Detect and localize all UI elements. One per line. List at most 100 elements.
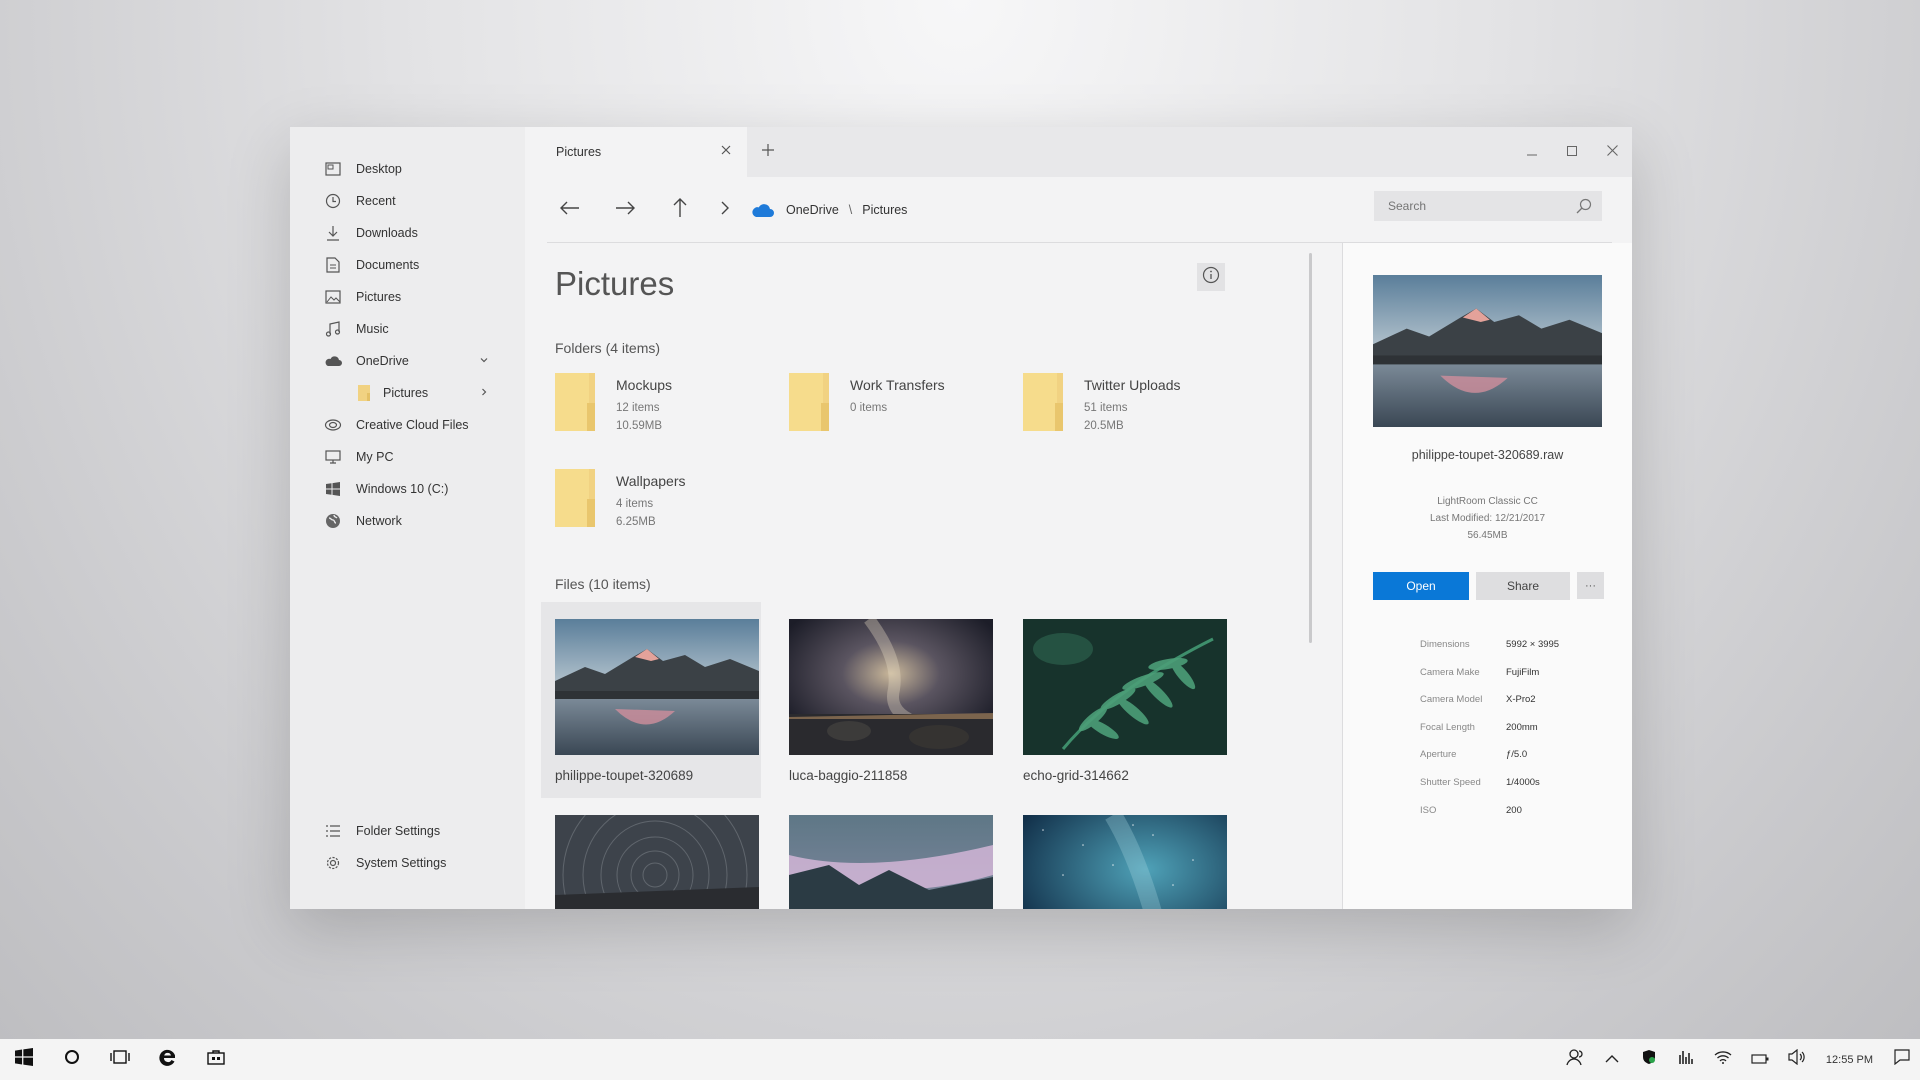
- sidebar-item-onedrive-pictures[interactable]: Pictures: [290, 377, 525, 409]
- new-tab-button[interactable]: [747, 127, 789, 177]
- property-value: 5992 × 3995: [1506, 639, 1560, 650]
- info-icon: [1202, 266, 1220, 289]
- image-icon: [324, 288, 342, 306]
- main-pane: Pictures OneDrive \ Pictures Search Pict…: [525, 127, 1632, 909]
- search-input[interactable]: [1386, 198, 1570, 214]
- action-center-button[interactable]: [1883, 1039, 1920, 1080]
- desktop-icon: [324, 160, 342, 178]
- file-thumbnail: [555, 619, 759, 755]
- folder-wallpapers[interactable]: Wallpapers 4 items 6.25MB: [555, 469, 686, 531]
- performance-button[interactable]: [1668, 1039, 1705, 1080]
- tab-pictures[interactable]: Pictures: [525, 127, 747, 177]
- more-options-button[interactable]: ···: [1577, 572, 1604, 599]
- sidebar-item-network[interactable]: Network: [290, 505, 525, 537]
- properties-list: Dimensions 5992 × 3995 Camera Make FujiFil…: [1420, 639, 1559, 832]
- store-bag-icon: [207, 1049, 225, 1070]
- open-button[interactable]: Open: [1373, 572, 1469, 600]
- chevron-right-icon: [721, 201, 730, 220]
- expand-path-button[interactable]: [712, 190, 738, 230]
- file-tile[interactable]: philippe-toupet-320689: [541, 602, 761, 798]
- close-window-button[interactable]: [1592, 127, 1632, 177]
- sidebar: Desktop Recent Downloads Documents Pictu…: [290, 127, 525, 909]
- notification-icon: [1893, 1049, 1910, 1070]
- up-button[interactable]: [657, 190, 703, 230]
- folder-name: Mockups: [616, 377, 673, 393]
- sidebar-item-desktop[interactable]: Desktop: [290, 153, 525, 185]
- folder-size: 20.5MB: [1084, 420, 1124, 432]
- detail-app: LightRoom Classic CC: [1437, 496, 1538, 507]
- forward-button[interactable]: [602, 190, 648, 230]
- property-row: ISO 200: [1420, 805, 1559, 833]
- folder-work-transfers[interactable]: Work Transfers 0 items: [789, 373, 945, 431]
- property-value: X-Pro2: [1506, 694, 1536, 706]
- property-row: Shutter Speed 1/4000s: [1420, 777, 1559, 805]
- maximize-icon: [1567, 143, 1577, 161]
- folder-mockups[interactable]: Mockups 12 items 10.59MB: [555, 373, 672, 435]
- maximize-button[interactable]: [1552, 127, 1592, 177]
- property-row: Focal Length 200mm: [1420, 722, 1559, 750]
- breadcrumb-pictures[interactable]: Pictures: [862, 203, 907, 217]
- document-icon: [324, 256, 342, 274]
- property-value: 200mm: [1506, 721, 1538, 733]
- search-box: [1374, 191, 1602, 221]
- sidebar-item-system-settings[interactable]: System Settings: [290, 847, 525, 879]
- file-tile[interactable]: [775, 798, 995, 909]
- preview-image: [1373, 275, 1602, 427]
- folder-count: 12 items: [616, 402, 660, 414]
- sidebar-item-label: Pictures: [356, 290, 402, 304]
- vertical-scrollbar[interactable]: [1309, 253, 1312, 643]
- property-row: Aperture ƒ/5.0: [1420, 749, 1559, 777]
- info-button[interactable]: [1197, 263, 1225, 291]
- close-tab-icon[interactable]: [721, 144, 731, 158]
- minimize-button[interactable]: [1512, 127, 1552, 177]
- wifi-button[interactable]: [1705, 1039, 1742, 1080]
- breadcrumb-onedrive[interactable]: OneDrive: [786, 203, 839, 217]
- sidebar-item-documents[interactable]: Documents: [290, 249, 525, 281]
- folder-name: Work Transfers: [850, 377, 945, 393]
- sidebar-item-music[interactable]: Music: [290, 313, 525, 345]
- sidebar-item-label: Network: [356, 514, 402, 528]
- file-tile[interactable]: luca-baggio-211858: [775, 602, 995, 798]
- show-hidden-icons-button[interactable]: [1594, 1039, 1631, 1080]
- start-button[interactable]: [0, 1039, 48, 1080]
- sidebar-item-label: Folder Settings: [356, 824, 441, 838]
- sidebar-item-my-pc[interactable]: My PC: [290, 441, 525, 473]
- sidebar-item-creative-cloud[interactable]: Creative Cloud Files: [290, 409, 525, 441]
- file-tile[interactable]: [541, 798, 761, 909]
- cortana-button[interactable]: [48, 1039, 96, 1080]
- search-icon[interactable]: [1576, 198, 1592, 219]
- download-icon: [324, 224, 342, 242]
- arrow-right-icon: [615, 201, 635, 220]
- files-section-label: Files (10 items): [555, 576, 651, 592]
- file-thumbnail: [789, 815, 993, 909]
- battery-button[interactable]: [1742, 1039, 1779, 1080]
- sidebar-item-recent[interactable]: Recent: [290, 185, 525, 217]
- folder-name: Wallpapers: [616, 473, 686, 489]
- clock[interactable]: 12:55 PM: [1826, 1054, 1873, 1066]
- sidebar-item-onedrive[interactable]: OneDrive: [290, 345, 525, 377]
- clock-icon: [324, 192, 342, 210]
- defender-button[interactable]: [1631, 1039, 1668, 1080]
- people-button[interactable]: [1557, 1039, 1594, 1080]
- gear-icon: [324, 854, 342, 872]
- sidebar-item-windows-c[interactable]: Windows 10 (C:): [290, 473, 525, 505]
- sidebar-item-downloads[interactable]: Downloads: [290, 217, 525, 249]
- file-tile[interactable]: [1009, 798, 1229, 909]
- task-view-button[interactable]: [96, 1039, 144, 1080]
- back-button[interactable]: [547, 190, 593, 230]
- store-button[interactable]: [192, 1039, 240, 1080]
- detail-modified: Last Modified: 12/21/2017: [1429, 513, 1546, 524]
- volume-button[interactable]: [1779, 1039, 1816, 1080]
- monitor-icon: [324, 448, 342, 466]
- sidebar-item-pictures[interactable]: Pictures: [290, 281, 525, 313]
- chevron-right-icon[interactable]: [479, 386, 489, 400]
- edge-browser-button[interactable]: [144, 1039, 192, 1080]
- sidebar-item-folder-settings[interactable]: Folder Settings: [290, 815, 525, 847]
- file-tile[interactable]: echo-grid-314662: [1009, 602, 1229, 798]
- share-button[interactable]: Share: [1476, 572, 1570, 600]
- property-value: FujiFilm: [1506, 666, 1540, 678]
- file-thumbnail: [555, 815, 759, 909]
- folder-twitter-uploads[interactable]: Twitter Uploads 51 items 20.5MB: [1023, 373, 1180, 435]
- property-value: 1/4000s: [1506, 776, 1540, 788]
- chevron-down-icon[interactable]: [479, 354, 489, 368]
